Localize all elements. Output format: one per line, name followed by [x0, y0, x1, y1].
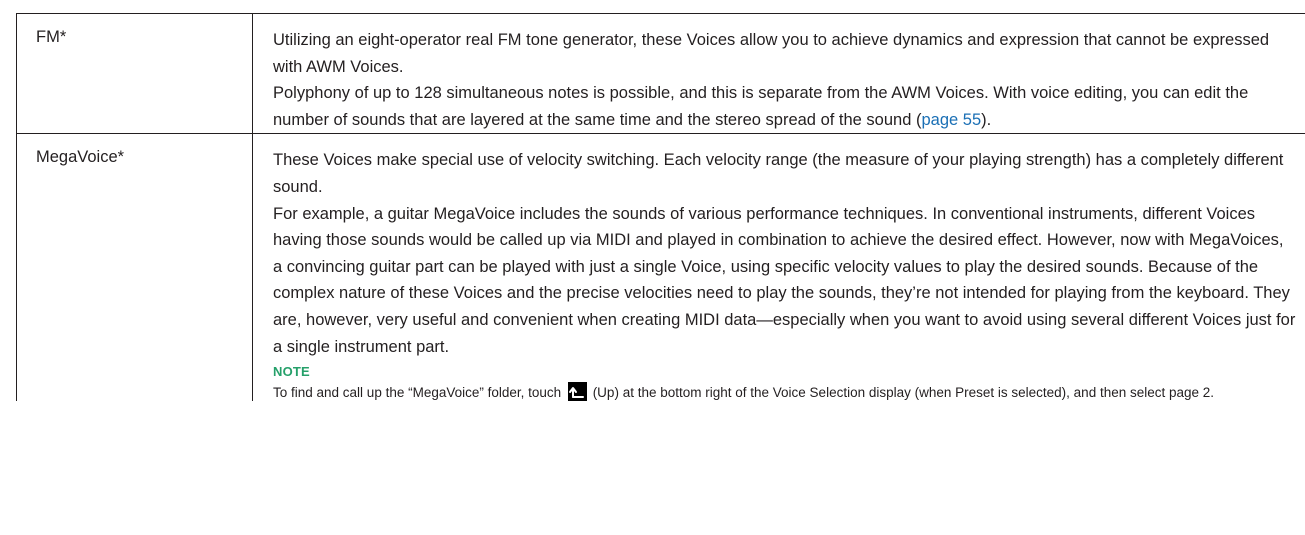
- voice-type-table: FM* Utilizing an eight-operator real FM …: [16, 12, 1305, 402]
- paragraph-text: Polyphony of up to 128 simultaneous note…: [273, 84, 1249, 129]
- note-title: NOTE: [273, 364, 310, 380]
- description-paragraph: Polyphony of up to 128 simultaneous note…: [273, 80, 1296, 133]
- voice-description-cell: These Voices make special use of velocit…: [253, 134, 1305, 402]
- table-row-fm: FM* Utilizing an eight-operator real FM …: [16, 12, 1305, 135]
- note-text-end: (Up) at the bottom right of the Voice Se…: [588, 385, 1215, 401]
- voice-type-cell: FM*: [16, 12, 253, 135]
- voice-description-cell: Utilizing an eight-operator real FM tone…: [252, 12, 1305, 135]
- note-body: To find and call up the “MegaVoice” fold…: [273, 382, 1296, 402]
- table-row-megavoice: MegaVoice* These Voices make special use…: [16, 133, 1305, 402]
- description-paragraph: For example, a guitar MegaVoice includes…: [273, 204, 1296, 356]
- voice-type-cell: MegaVoice*: [16, 133, 253, 402]
- paragraph-text-end: ).: [981, 110, 992, 129]
- description-paragraph: These Voices make special use of velocit…: [273, 151, 1284, 196]
- page-link[interactable]: page 55: [921, 111, 981, 129]
- note-text: To find and call up the “MegaVoice” fold…: [273, 385, 565, 401]
- description-paragraph: Utilizing an eight-operator real FM tone…: [273, 31, 1270, 76]
- up-arrow-icon: [567, 382, 587, 402]
